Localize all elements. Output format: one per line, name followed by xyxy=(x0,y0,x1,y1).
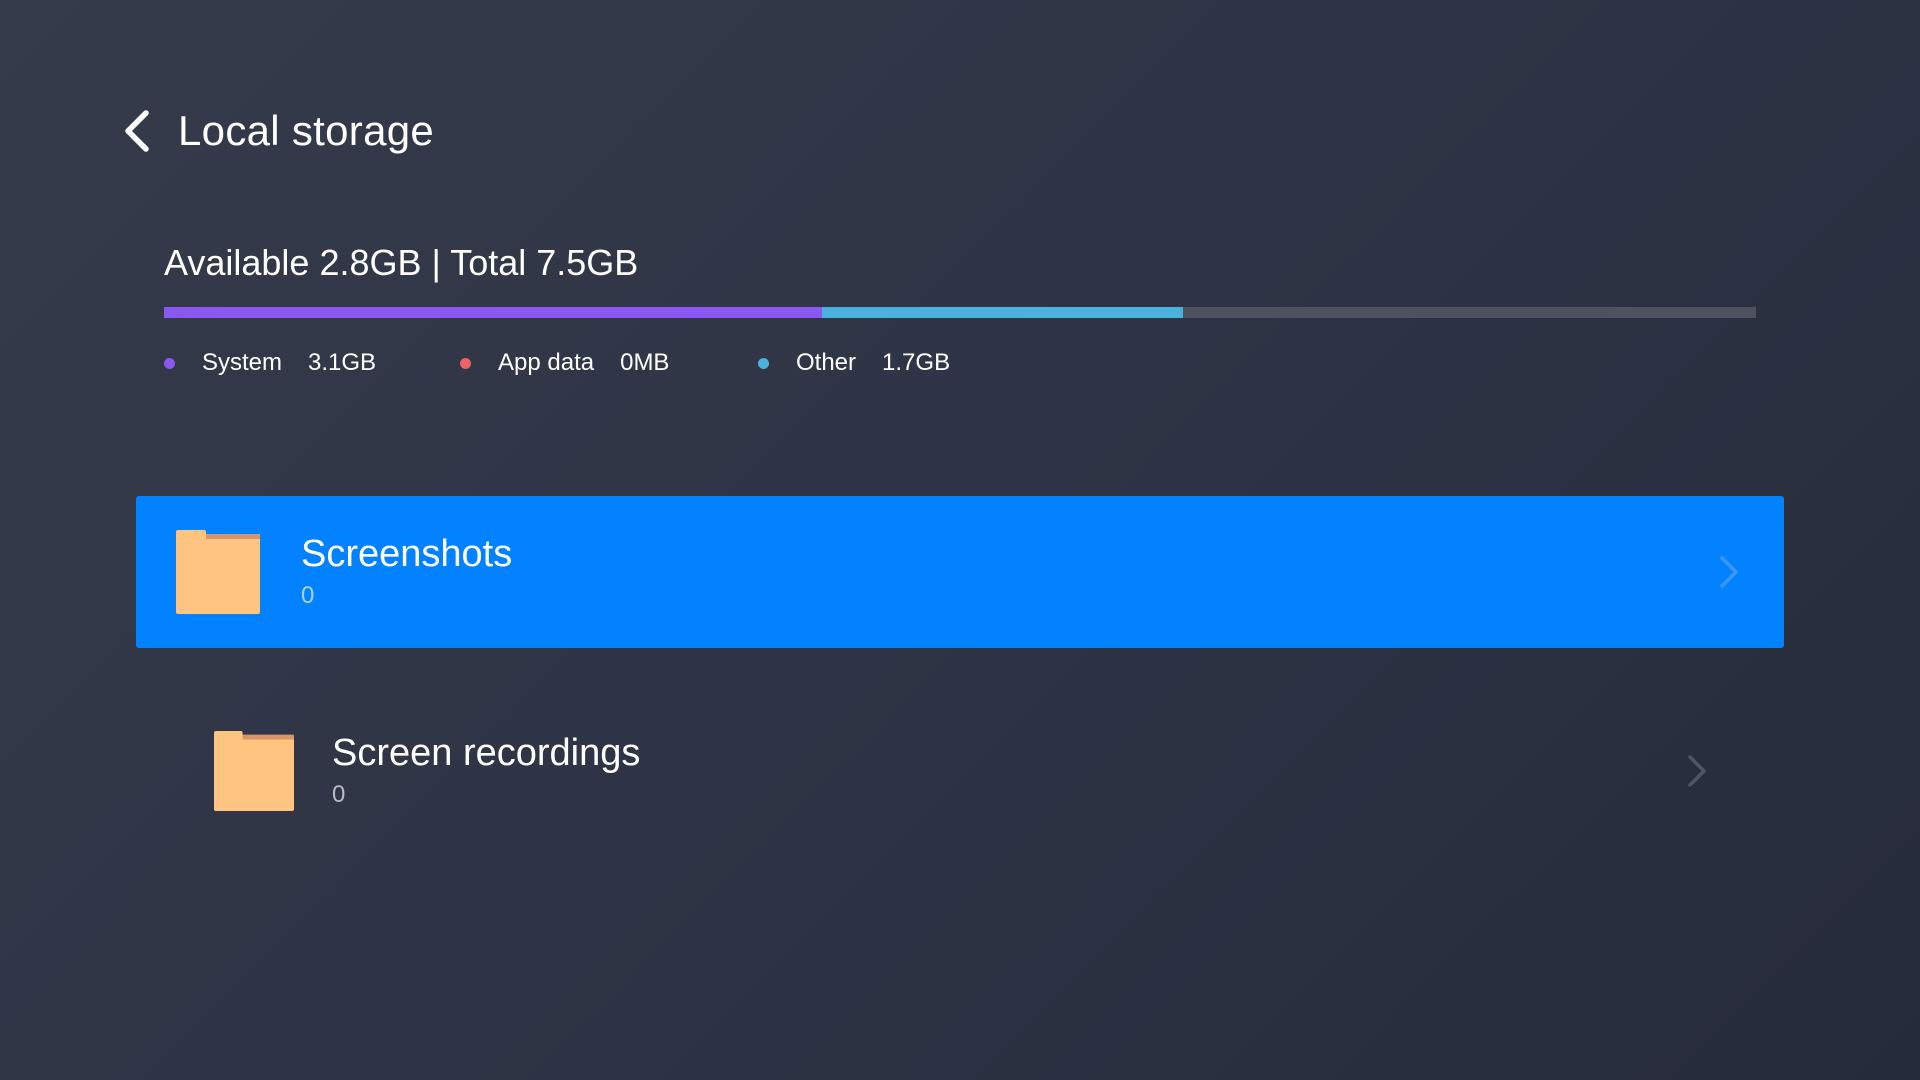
header: Local storage xyxy=(112,96,434,166)
folder-icon xyxy=(214,731,294,811)
folder-name: Screen recordings xyxy=(332,732,641,774)
legend-item-other: Other 1.7GB xyxy=(758,346,950,380)
folder-row-screen-recordings[interactable]: Screen recordings 0 xyxy=(174,695,1734,847)
folder-count: 0 xyxy=(301,582,315,609)
chevron-left-icon xyxy=(125,110,149,152)
folder-row-text: Screenshots 0 xyxy=(301,531,512,613)
folder-row-text: Screen recordings 0 xyxy=(332,730,640,812)
legend-value: 0MB xyxy=(620,349,670,376)
legend-value: 3.1GB xyxy=(308,349,377,376)
page-title: Local storage xyxy=(178,107,435,154)
storage-bar-other xyxy=(822,307,1183,318)
legend-label: System xyxy=(202,349,283,376)
legend-value: 1.7GB xyxy=(882,349,951,376)
storage-summary: Available 2.8GB | Total 7.5GB xyxy=(164,242,639,283)
storage-bar-system xyxy=(164,307,823,318)
storage-usage-bar xyxy=(164,307,1756,318)
folder-row-screenshots[interactable]: Screenshots 0 xyxy=(136,496,1784,648)
folder-count: 0 xyxy=(332,781,346,808)
legend-dot-other xyxy=(758,357,769,369)
legend-item-system: System 3.1GB xyxy=(164,346,376,380)
chevron-right-icon xyxy=(1714,552,1744,592)
chevron-right-icon xyxy=(1682,751,1712,791)
folder-name: Screenshots xyxy=(301,533,513,575)
folder-icon xyxy=(176,530,260,614)
legend-label: App data xyxy=(498,349,595,376)
legend-item-app-data: App data 0MB xyxy=(460,346,669,380)
storage-legend: System 3.1GB App data 0MB Other 1.7GB xyxy=(164,346,1164,380)
back-button[interactable] xyxy=(112,96,162,166)
legend-label: Other xyxy=(796,349,857,376)
legend-dot-app-data xyxy=(460,357,471,369)
legend-dot-system xyxy=(164,357,175,369)
